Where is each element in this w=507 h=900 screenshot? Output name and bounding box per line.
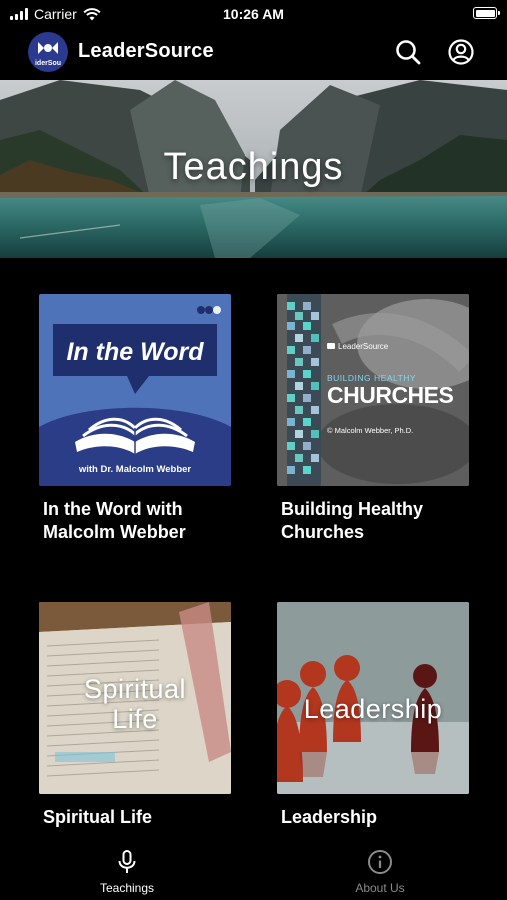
profile-icon[interactable] (447, 38, 475, 66)
hero-title: Teachings (163, 146, 344, 188)
card-title: In the Word with Malcolm Webber (43, 499, 186, 542)
app-logo[interactable]: iderSou (28, 32, 68, 72)
status-bar: Carrier 10:26 AM (0, 0, 507, 28)
teaching-card-building-healthy-churches[interactable]: LeaderSource BUILDING HEALTHY CHURCHES ©… (277, 294, 469, 544)
status-time: 10:26 AM (223, 6, 284, 22)
art-line1: Spiritual (83, 674, 187, 704)
card-title: Spiritual Life (43, 807, 153, 827)
card-artwork: Spiritual Life (39, 602, 231, 794)
tab-label: Teachings (99, 881, 155, 895)
art-title: In the Word (66, 338, 204, 366)
search-icon[interactable] (394, 38, 422, 66)
microphone-icon (118, 850, 136, 873)
card-artwork: In the Word with Dr. Malcolm Webber (39, 294, 231, 486)
tab-teachings[interactable]: Teachings (67, 849, 187, 895)
tab-bar: Teachings About Us (0, 843, 507, 900)
card-title: Building Healthy Churches (281, 499, 424, 542)
teaching-card-spiritual-life[interactable]: Spiritual Life Spiritual Life (39, 602, 231, 829)
teaching-card-leadership[interactable]: Leadership Leadership (277, 602, 469, 829)
art-brand: LeaderSource (338, 342, 389, 351)
art-title: Leadership (303, 694, 443, 724)
tab-about-us[interactable]: About Us (320, 849, 440, 895)
art-line2: Life (112, 704, 158, 734)
card-title: Leadership (281, 807, 378, 827)
art-author: © Malcolm Webber, Ph.D. (327, 426, 414, 435)
battery-icon (473, 7, 500, 19)
app-title: LeaderSource (78, 40, 214, 62)
logo-icon (38, 42, 58, 54)
hero-banner: Teachings (0, 80, 507, 258)
card-artwork: LeaderSource BUILDING HEALTHY CHURCHES ©… (277, 294, 469, 486)
app-header: iderSou LeaderSource (0, 30, 507, 76)
art-title: CHURCHES (327, 382, 454, 408)
art-subtitle: with Dr. Malcolm Webber (78, 464, 192, 475)
tab-label: About Us (355, 881, 405, 895)
teaching-card-in-the-word[interactable]: In the Word with Dr. Malcolm Webber In t… (39, 294, 231, 544)
logo-text: iderSou (34, 60, 62, 67)
card-artwork: Leadership (277, 602, 469, 794)
info-icon (368, 850, 392, 874)
podcast-art (39, 306, 231, 486)
